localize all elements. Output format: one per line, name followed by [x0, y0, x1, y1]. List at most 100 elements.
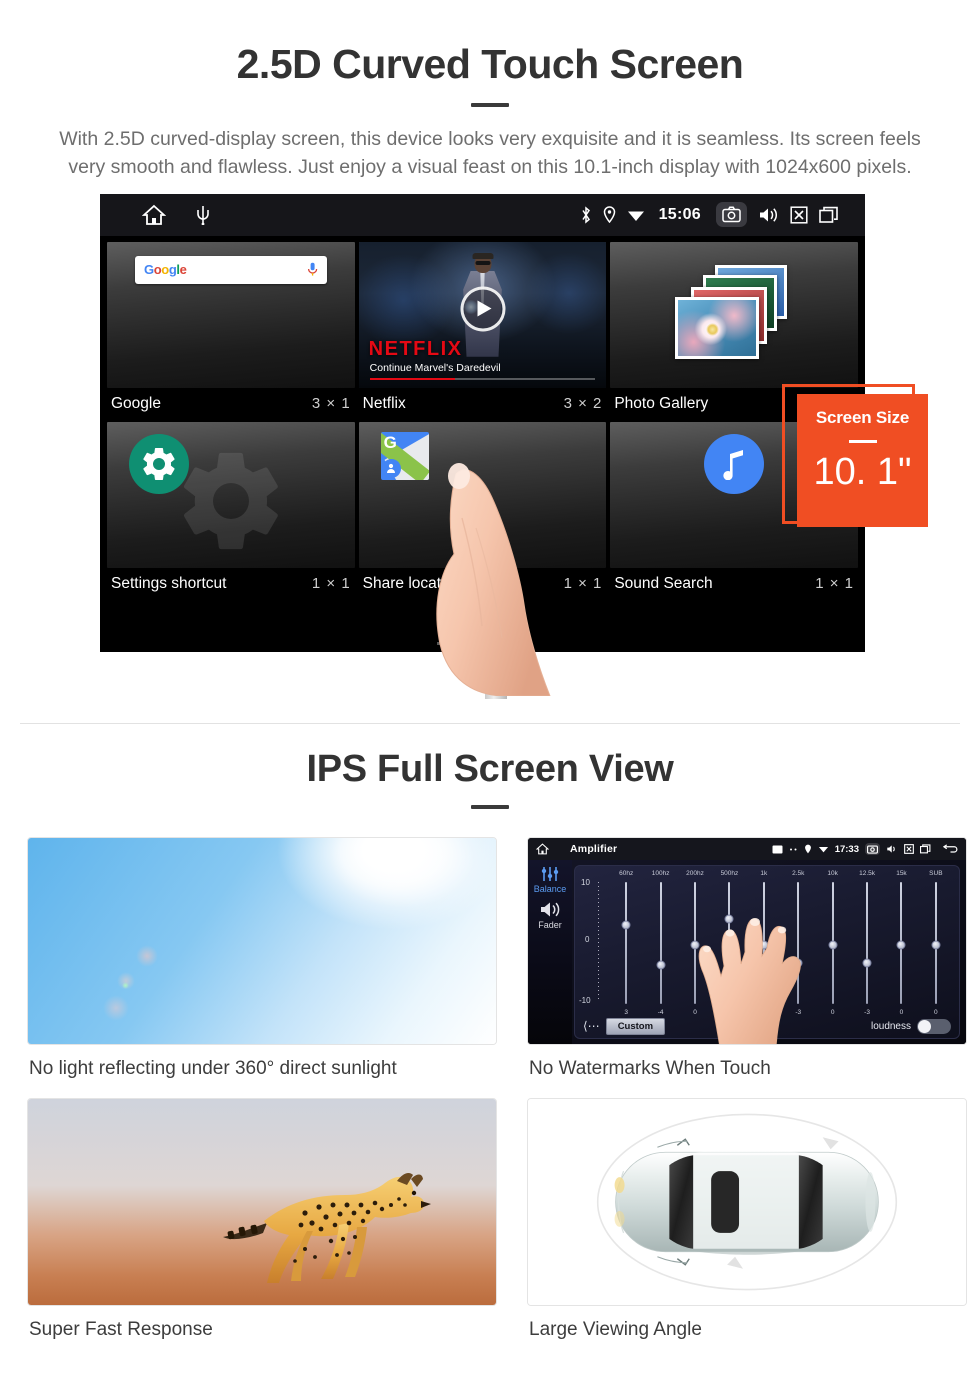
section2-title: IPS Full Screen View: [306, 748, 674, 790]
eq-band-label: 10k: [827, 870, 838, 877]
microphone-icon[interactable]: [307, 262, 318, 277]
widget-share-location[interactable]: G Share location 1 × 1: [358, 421, 607, 602]
widget-size: 1 × 1: [815, 575, 855, 593]
eq-band-label: 12.5k: [859, 870, 875, 877]
monitor-stand: [485, 648, 507, 699]
wifi-icon: [627, 208, 645, 222]
title-underline: [471, 103, 509, 108]
eq-slider[interactable]: [919, 882, 953, 1004]
page-title: 2.5D Curved Touch Screen: [236, 41, 744, 87]
eq-slider[interactable]: [850, 882, 884, 1004]
camera-icon[interactable]: [865, 843, 880, 855]
widget-name: Settings shortcut: [111, 574, 227, 592]
volume-icon[interactable]: [758, 206, 779, 224]
widget-name: Photo Gallery: [614, 394, 709, 412]
amplifier-sidebar: Balance Fader: [528, 860, 572, 1044]
recents-icon[interactable]: [819, 206, 839, 224]
widget-label-row: Settings shortcut 1 × 1: [107, 568, 355, 602]
sliders-icon[interactable]: [540, 866, 560, 882]
widget-label-row: Sound Search 1 × 1: [610, 568, 858, 602]
netflix-brand: NETFLIX: [368, 337, 463, 360]
running-cheetah-image: [28, 1099, 496, 1305]
eq-band-labels: 60hz 100hz 200hz 500hz 1k 2.5k 10k 12.5k…: [609, 870, 953, 877]
widget-preview-google: Google: [107, 241, 355, 388]
eq-slider[interactable]: [643, 882, 677, 1004]
sidebar-item-balance[interactable]: Balance: [534, 884, 567, 894]
home-icon[interactable]: [536, 843, 549, 855]
google-search-bar[interactable]: Google: [135, 255, 327, 284]
more-dots-icon[interactable]: [789, 847, 798, 852]
page-dot-1[interactable]: [436, 641, 463, 645]
eq-slider[interactable]: [815, 882, 849, 1004]
device-illustration: 15:06 Google Google 3 × 1 NETFLIX Contin…: [0, 193, 980, 699]
widget-row-2: Settings shortcut 1 × 1 G Share location…: [107, 421, 859, 602]
eq-value: -4: [657, 1009, 664, 1016]
sidebar-item-fader[interactable]: Fader: [538, 920, 562, 930]
widget-label-row: Netflix 3 × 2: [359, 388, 607, 422]
card-caption: Super Fast Response: [29, 1319, 213, 1340]
cheetah-silhouette: [222, 1173, 431, 1284]
speaker-icon[interactable]: [539, 901, 561, 918]
card-large-viewing-angle: Large Viewing Angle: [527, 1098, 967, 1359]
widget-preview-netflix: NETFLIX Continue Marvel's Daredevil: [358, 241, 607, 388]
badge-title: Screen Size: [815, 407, 910, 427]
card-image-frame: [527, 1098, 967, 1306]
eq-scale-mid: 0: [585, 934, 590, 944]
widget-size: 1 × 1: [311, 575, 351, 593]
camera-icon[interactable]: [716, 202, 747, 228]
card-caption: No light reflecting under 360° direct su…: [29, 1058, 397, 1079]
eq-value: 0: [899, 1009, 904, 1016]
previous-preset-icon[interactable]: ⟨⋯: [583, 1019, 600, 1033]
eq-slider[interactable]: [884, 882, 918, 1004]
page-dot-3[interactable]: [502, 641, 529, 645]
close-icon[interactable]: [904, 844, 914, 854]
gear-watermark-icon: [171, 441, 291, 561]
eq-slider[interactable]: [609, 882, 643, 1004]
eq-scale: 10 0 -10: [579, 878, 607, 1005]
widget-size: 3 × 2: [563, 395, 603, 413]
gallery-icon[interactable]: [772, 845, 783, 854]
section-description: With 2.5D curved-display screen, this de…: [59, 128, 921, 179]
widget-name: Sound Search: [614, 574, 713, 592]
eq-value: 0: [934, 1009, 938, 1016]
widget-name: Share location: [362, 574, 462, 592]
page-indicator[interactable]: [100, 641, 865, 645]
widget-label-row: Google 3 × 1: [107, 388, 355, 422]
volume-icon[interactable]: [886, 844, 898, 854]
widget-name: Google: [111, 394, 161, 412]
eq-band-label: SUB: [929, 870, 943, 877]
preset-button[interactable]: Custom: [605, 1017, 666, 1035]
loudness-toggle[interactable]: [917, 1018, 951, 1034]
eq-band-label: 2.5k: [792, 870, 805, 877]
usb-icon[interactable]: [196, 205, 210, 225]
back-icon[interactable]: [943, 844, 958, 854]
recents-icon[interactable]: [920, 844, 931, 854]
music-note-icon: [704, 433, 765, 494]
widget-netflix[interactable]: NETFLIX Continue Marvel's Daredevil Netf…: [358, 241, 607, 422]
card-image-frame: [27, 1098, 497, 1306]
bluetooth-icon: [580, 206, 592, 224]
widget-preview-photo-gallery: [610, 241, 859, 388]
widget-settings-shortcut[interactable]: Settings shortcut 1 × 1: [107, 421, 355, 602]
card-super-fast-response: Super Fast Response: [27, 1098, 497, 1359]
amplifier-status-bar: Amplifier 17:33: [528, 838, 966, 860]
eq-scale-min: -10: [579, 996, 591, 1005]
android-head-unit-screen: 15:06 Google Google 3 × 1 NETFLIX Contin…: [100, 193, 865, 652]
eq-value: -3: [864, 1009, 870, 1016]
widget-preview-share-location: G: [358, 421, 607, 568]
home-icon[interactable]: [142, 204, 166, 226]
loudness-label: loudness: [870, 1020, 911, 1032]
location-icon: [804, 844, 812, 854]
amplifier-title: Amplifier: [570, 843, 618, 855]
card-caption: No Watermarks When Touch: [529, 1058, 771, 1079]
close-icon[interactable]: [790, 206, 808, 224]
location-icon: [603, 206, 616, 224]
amplifier-clock: 17:33: [834, 843, 859, 855]
page-dot-2[interactable]: [469, 641, 496, 645]
card-no-light-reflecting: No light reflecting under 360° direct su…: [27, 837, 497, 1098]
widget-google[interactable]: Google Google 3 × 1: [107, 241, 355, 422]
eq-band-label: 200hz: [686, 870, 704, 877]
play-button-icon[interactable]: [460, 286, 505, 332]
eq-band-label: 500hz: [720, 870, 739, 877]
eq-band-label: 100hz: [651, 870, 670, 877]
